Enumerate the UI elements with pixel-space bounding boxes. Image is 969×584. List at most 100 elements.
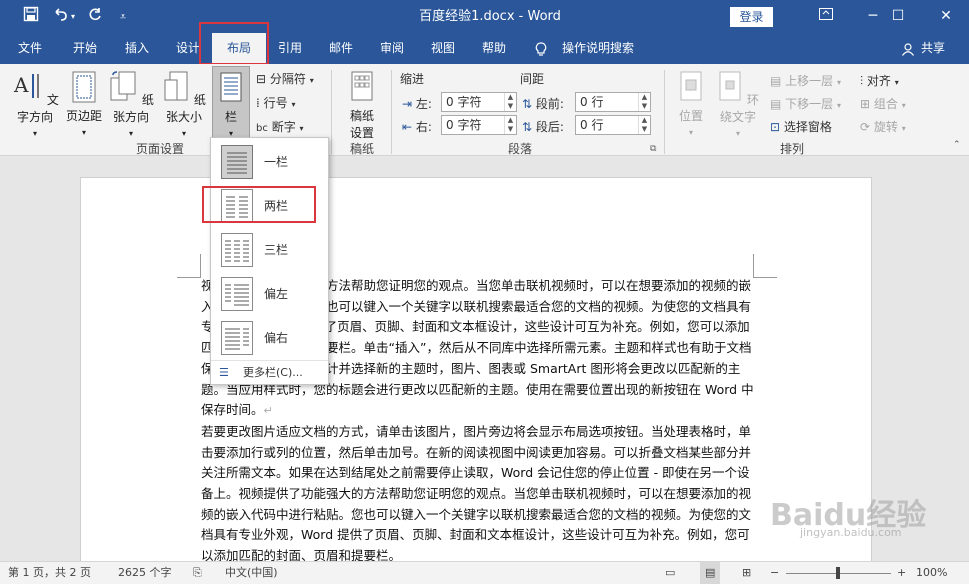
spacing-before-label: ⇅ 段前:: [522, 97, 564, 111]
spinner-icon[interactable]: ▲ ▼: [638, 93, 650, 111]
indent-left-input[interactable]: 0 字符 ▲ ▼: [441, 92, 517, 112]
proofing-icon[interactable]: ⎘: [193, 562, 202, 584]
columns-three-label: 三栏: [264, 243, 289, 257]
zoom-slider-thumb[interactable]: [836, 567, 840, 579]
draft-paper-button[interactable]: 稿纸 设置: [342, 70, 382, 141]
spacing-before-input[interactable]: 0 行 ▲ ▼: [575, 92, 651, 112]
language-status[interactable]: 中文(中国): [225, 562, 278, 584]
text-direction-button[interactable]: A 文字方向 ▾: [8, 70, 62, 139]
redo-icon[interactable]: [84, 6, 106, 28]
two-columns-highlight: [202, 186, 316, 223]
align-button[interactable]: ⫶ 对齐 ▾: [860, 72, 899, 89]
read-mode-icon[interactable]: ▭: [665, 562, 675, 584]
columns-three-option[interactable]: 三栏: [211, 228, 328, 272]
hyphenation-label: 断字: [271, 120, 296, 134]
one-column-icon: [221, 145, 253, 179]
share-button[interactable]: 共享: [918, 33, 948, 64]
columns-label: 栏: [224, 110, 237, 124]
undo-dropdown-icon[interactable]: ▾: [68, 6, 78, 28]
crop-mark: [753, 254, 777, 278]
restore-icon[interactable]: ☐: [875, 0, 921, 33]
spinner-icon[interactable]: ▲ ▼: [504, 116, 516, 134]
draft-group-label: 稿纸: [349, 142, 374, 156]
zoom-out-icon[interactable]: −: [770, 562, 779, 584]
hyphenation-icon: bc: [256, 123, 268, 134]
draft-paper-icon: [351, 71, 373, 101]
tab-insert[interactable]: 插入: [117, 33, 157, 64]
svg-text:A: A: [13, 73, 29, 97]
columns-left-option[interactable]: 偏左: [211, 272, 328, 316]
orientation-button[interactable]: 纸张方向 ▾: [105, 70, 157, 139]
document-page[interactable]: 视频提供了功能强大的方法帮助您证明您的观点。当您单击联机视频时，可以在想要添加的…: [80, 177, 872, 561]
spacing-after-label: ⇅ 段后:: [522, 120, 564, 134]
user-icon[interactable]: [900, 33, 916, 64]
bring-forward-icon: ▤: [770, 74, 782, 88]
bring-forward-button[interactable]: ▤ 上移一层 ▾: [770, 72, 841, 89]
tab-file[interactable]: 文件: [10, 33, 50, 64]
spacing-before-icon: ⇅: [522, 97, 533, 111]
line-numbers-button[interactable]: ⁞ 行号 ▾: [256, 94, 296, 111]
rotate-button[interactable]: ⟳ 旋转 ▾: [860, 118, 906, 135]
spinner-icon[interactable]: ▲ ▼: [504, 93, 516, 111]
web-layout-icon[interactable]: ⊞: [742, 562, 751, 584]
customize-qat-icon[interactable]: ⩡: [112, 6, 134, 28]
tab-references[interactable]: 引用: [270, 33, 310, 64]
indent-left-label: ⇥ 左:: [402, 97, 432, 111]
tell-me-search[interactable]: 操作说明搜索: [555, 33, 641, 64]
position-button[interactable]: 位置 ▾: [672, 70, 710, 138]
margins-label: 页边距: [65, 109, 102, 123]
word-count[interactable]: 2625 个字: [118, 562, 172, 584]
dialog-launcher-icon[interactable]: ⧉: [650, 144, 656, 154]
group-button[interactable]: ⊞ 组合 ▾: [860, 95, 906, 112]
print-layout-icon[interactable]: ▤: [700, 562, 721, 584]
lightbulb-icon[interactable]: [532, 33, 550, 64]
tab-view[interactable]: 视图: [423, 33, 463, 64]
chevron-down-icon: ▾: [128, 129, 133, 138]
document-title: 百度经验1.docx - Word: [419, 9, 561, 24]
draft-paper-label-line1: 稿纸: [349, 109, 374, 123]
close-icon[interactable]: ✕: [923, 0, 969, 33]
more-columns-option[interactable]: ☰ 更多栏(C)...: [211, 360, 328, 384]
ribbon-layout: A 文字方向 ▾ 页边距 ▾ 纸张方向 ▾ 纸张大小 ▾ 栏 ▾ ⊟ 分隔符 ▾ ⁞ 行号…: [0, 64, 969, 156]
columns-button[interactable]: 栏 ▾: [212, 66, 250, 138]
watermark-url: jingyan.baidu.com: [800, 526, 902, 539]
size-button[interactable]: 纸张大小 ▾: [158, 70, 210, 139]
group-icon: ⊞: [860, 97, 871, 111]
zoom-level[interactable]: 100%: [916, 562, 947, 584]
indent-right-icon: ⇤: [402, 120, 413, 134]
spacing-after-input[interactable]: 0 行 ▲ ▼: [575, 115, 651, 135]
collapse-ribbon-icon[interactable]: ⌃: [953, 140, 961, 150]
tab-review[interactable]: 审阅: [372, 33, 412, 64]
status-bar: 第 1 页，共 2 页 2625 个字 ⎘ 中文(中国) ▭ ▤ ⊞ − + 1…: [0, 561, 969, 584]
more-columns-icon: ☰: [219, 366, 229, 379]
send-backward-button[interactable]: ▤ 下移一层 ▾: [770, 95, 841, 112]
layout-tab-highlight: [199, 22, 269, 65]
margins-button[interactable]: 页边距 ▾: [64, 70, 104, 138]
tab-help[interactable]: 帮助: [474, 33, 514, 64]
save-icon[interactable]: [20, 6, 42, 28]
tab-home[interactable]: 开始: [65, 33, 105, 64]
columns-one-option[interactable]: 一栏: [211, 140, 328, 184]
ribbon-display-icon[interactable]: [803, 0, 849, 33]
selection-pane-button[interactable]: ⊡ 选择窗格: [770, 118, 832, 135]
indent-left-icon: ⇥: [402, 97, 413, 111]
wrap-text-button[interactable]: 环绕文字 ▾: [712, 70, 764, 139]
breaks-button[interactable]: ⊟ 分隔符 ▾: [256, 70, 314, 87]
spacing-after-icon: ⇅: [522, 120, 533, 134]
right-column-icon: [221, 321, 253, 355]
rotate-icon: ⟳: [860, 120, 871, 134]
page-count[interactable]: 第 1 页，共 2 页: [8, 562, 91, 584]
chevron-down-icon: ▾: [181, 129, 186, 138]
align-icon: ⫶: [860, 74, 864, 88]
line-numbers-label: 行号: [263, 96, 288, 110]
columns-right-label: 偏右: [264, 331, 289, 345]
spinner-icon[interactable]: ▲ ▼: [638, 116, 650, 134]
login-button[interactable]: 登录: [730, 7, 773, 27]
hyphenation-button[interactable]: bc 断字 ▾: [256, 118, 304, 135]
paragraph: 若要更改图片适应文档的方式，请单击该图片，图片旁边将会显示布局选项按钮。当处理表…: [201, 423, 752, 561]
zoom-in-icon[interactable]: +: [897, 562, 906, 584]
indent-right-input[interactable]: 0 字符 ▲ ▼: [441, 115, 517, 135]
columns-icon: [220, 72, 242, 102]
tab-mailings[interactable]: 邮件: [321, 33, 361, 64]
columns-right-option[interactable]: 偏右: [211, 316, 328, 360]
